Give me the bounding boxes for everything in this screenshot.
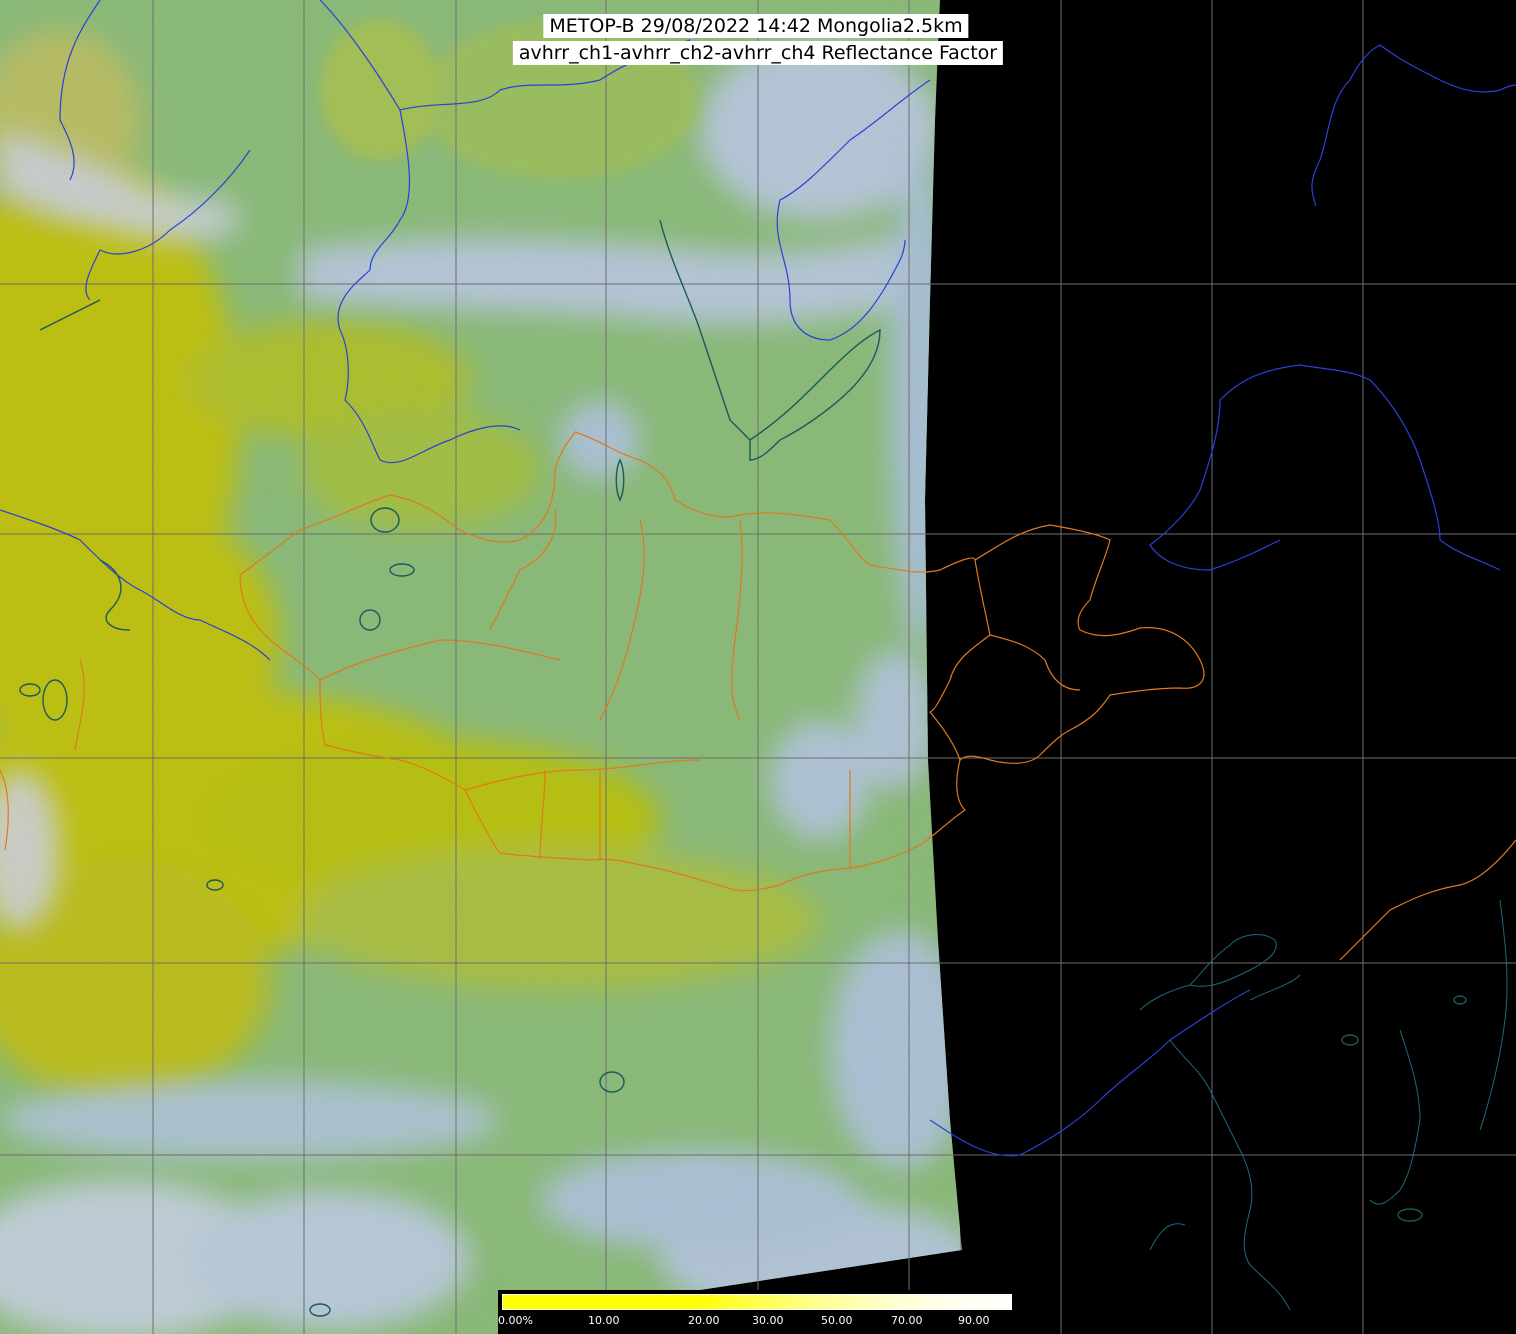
colorbar-label-70: 70.00 xyxy=(891,1314,923,1327)
colorbar-gradient xyxy=(502,1294,1012,1310)
colorbar-label-20: 20.00 xyxy=(688,1314,720,1327)
colorbar-label-0: 0.00% xyxy=(498,1314,533,1327)
colorbar-label-50: 50.00 xyxy=(821,1314,853,1327)
map-title-line1: METOP-B 29/08/2022 14:42 Mongolia2.5km xyxy=(543,14,969,38)
map-title-line2: avhrr_ch1-avhrr_ch2-avhrr_ch4 Reflectanc… xyxy=(512,41,1004,65)
colorbar-label-10: 10.00 xyxy=(588,1314,620,1327)
colorbar-legend: 0.00% 10.00 20.00 30.00 50.00 70.00 90.0… xyxy=(498,1290,1016,1334)
colorbar-label-30: 30.00 xyxy=(752,1314,784,1327)
satellite-map xyxy=(0,0,1516,1334)
colorbar-label-90: 90.00 xyxy=(958,1314,990,1327)
satellite-swath xyxy=(0,0,962,1334)
